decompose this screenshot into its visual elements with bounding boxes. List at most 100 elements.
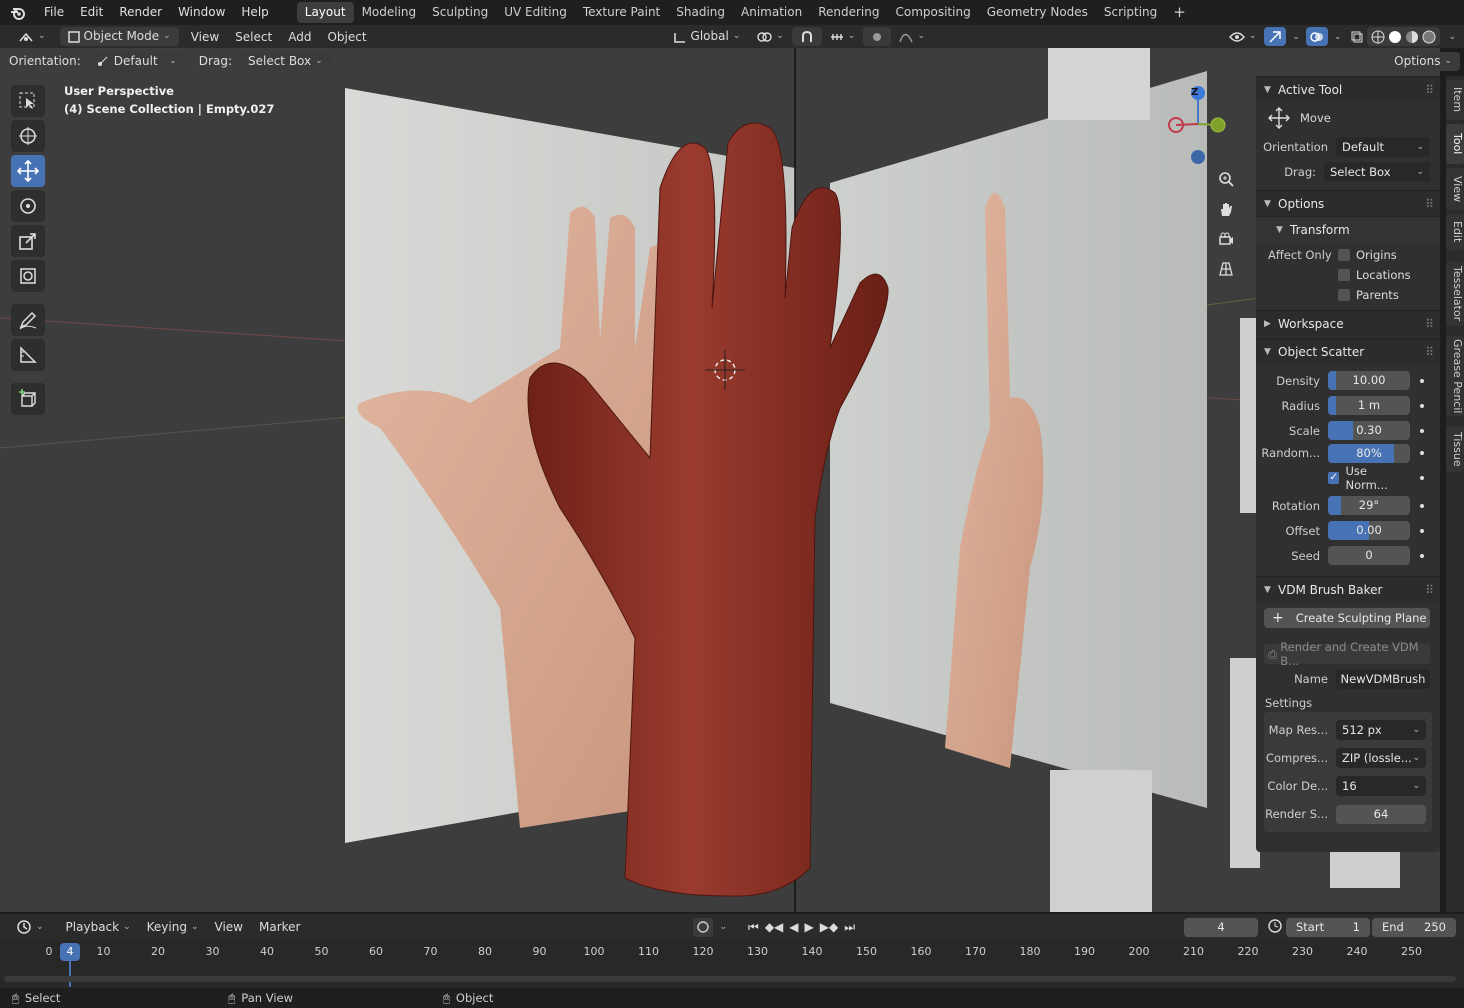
jump-keyframe-back-icon[interactable]: ◆◀	[762, 920, 786, 934]
menu-file[interactable]: File	[36, 0, 72, 25]
tab-compositing[interactable]: Compositing	[887, 2, 978, 23]
tab-sculpting[interactable]: Sculpting	[424, 2, 496, 23]
map-res-dropdown[interactable]: 512 px ⌄	[1336, 720, 1426, 740]
render-samples-field[interactable]: 64	[1336, 804, 1426, 824]
editor-type-dropdown[interactable]: ⌄	[10, 27, 54, 46]
zoom-icon[interactable]	[1213, 166, 1239, 192]
render-create-vdm-button[interactable]: ⎙ Render and Create VDM B...	[1264, 640, 1430, 668]
keyframe-dot-icon[interactable]	[1420, 528, 1424, 533]
drag-dropdown[interactable]: Select Box ⌄	[239, 51, 331, 71]
keyframe-dot-icon[interactable]	[1420, 503, 1424, 508]
cursor-tool[interactable]	[11, 120, 45, 152]
tab-view[interactable]: View	[1446, 168, 1464, 210]
gizmo-toggle[interactable]	[1264, 27, 1287, 46]
density-slider[interactable]: 10.00	[1328, 371, 1410, 390]
color-depth-dropdown[interactable]: 16 ⌄	[1336, 776, 1426, 796]
object-scatter-panel-header[interactable]: ▼ Object Scatter ⠿	[1256, 338, 1440, 364]
menu-help[interactable]: Help	[233, 0, 276, 25]
playback-menu[interactable]: Playback ⌄	[57, 917, 139, 937]
timeline-editor-dropdown[interactable]: ⌄	[8, 917, 52, 937]
options-dropdown[interactable]: Options ⌄	[1386, 51, 1460, 71]
timeline-marker-menu[interactable]: Marker	[251, 920, 308, 934]
tab-tesselator[interactable]: Tesselator	[1446, 262, 1464, 326]
options-panel-header[interactable]: ▼ Options ⠿	[1256, 190, 1440, 216]
transform-subpanel-header[interactable]: ▼ Transform	[1256, 216, 1440, 242]
shading-modes[interactable]	[1367, 27, 1441, 46]
move-tool[interactable]	[11, 155, 45, 187]
keyframe-dot-icon[interactable]	[1420, 378, 1424, 383]
3d-viewport[interactable]: User Perspective (4) Scene Collection | …	[0, 48, 1440, 912]
add-workspace-button[interactable]: +	[1165, 2, 1194, 23]
keyframe-dot-icon[interactable]	[1420, 553, 1424, 558]
snap-target-dropdown[interactable]: ⌄	[821, 27, 864, 46]
parents-checkbox[interactable]: Parents	[1338, 288, 1399, 302]
tab-tissue[interactable]: Tissue	[1446, 426, 1464, 472]
tab-animation[interactable]: Animation	[733, 2, 810, 23]
tab-rendering[interactable]: Rendering	[810, 2, 887, 23]
tab-shading[interactable]: Shading	[668, 2, 733, 23]
active-tool-orientation-dropdown[interactable]: Default ⌄	[1336, 136, 1430, 157]
keyframe-dot-icon[interactable]	[1420, 451, 1424, 455]
origins-checkbox[interactable]: Origins	[1338, 248, 1397, 262]
play-reverse-icon[interactable]: ◀	[786, 920, 801, 934]
auto-keying-toggle[interactable]	[693, 917, 714, 937]
tab-geometry-nodes[interactable]: Geometry Nodes	[979, 2, 1096, 23]
end-frame-field[interactable]: End 250	[1372, 917, 1456, 937]
transform-tool[interactable]	[11, 260, 45, 292]
current-frame-field[interactable]: 4	[1184, 917, 1258, 937]
jump-end-icon[interactable]: ⏭	[841, 920, 858, 935]
header-menu-view[interactable]: View	[183, 30, 227, 44]
tab-edit[interactable]: Edit	[1446, 214, 1464, 250]
timeline-scrollbar[interactable]	[4, 976, 1456, 982]
annotate-tool[interactable]	[11, 304, 45, 336]
timeline-view-menu[interactable]: View	[207, 920, 251, 934]
preview-range-clock-icon[interactable]	[1264, 918, 1286, 936]
tab-layout[interactable]: Layout	[296, 2, 354, 23]
header-menu-object[interactable]: Object	[319, 30, 374, 44]
scale-slider[interactable]: 0.30	[1328, 421, 1410, 440]
jump-start-icon[interactable]: ⏮	[745, 920, 762, 935]
camera-view-icon[interactable]	[1213, 226, 1239, 252]
active-tool-drag-dropdown[interactable]: Select Box ⌄	[1324, 161, 1430, 182]
playhead-frame-indicator[interactable]: 4	[60, 943, 80, 961]
timeline-ruler[interactable]: 0 10 20 30 40 50 60 70 80 90 100 110 120 130 140 150 160…	[0, 940, 1464, 990]
keyframe-dot-icon[interactable]	[1420, 428, 1424, 433]
tab-modeling[interactable]: Modeling	[354, 2, 425, 23]
use-normal-checkbox[interactable]: ✓ Use Norm...	[1328, 464, 1410, 492]
pivot-point-dropdown[interactable]: ⌄	[748, 27, 792, 46]
vdm-brush-baker-panel-header[interactable]: ▼ VDM Brush Baker ⠿	[1256, 576, 1440, 602]
start-frame-field[interactable]: Start 1	[1286, 917, 1370, 937]
workspace-panel-header[interactable]: ▶ Workspace ⠿	[1256, 310, 1440, 336]
orientation-dropdown[interactable]: Default ⌄	[88, 51, 185, 71]
proportional-edit-toggle[interactable]	[863, 27, 892, 46]
locations-checkbox[interactable]: Locations	[1338, 268, 1411, 282]
random-slider[interactable]: 80%	[1328, 443, 1410, 463]
jump-keyframe-forward-icon[interactable]: ▶◆	[817, 920, 841, 934]
menu-edit[interactable]: Edit	[72, 0, 111, 25]
tab-scripting[interactable]: Scripting	[1096, 2, 1165, 23]
keyframe-dot-icon[interactable]	[1420, 403, 1424, 408]
seed-field[interactable]: 0	[1328, 546, 1410, 565]
blender-logo-icon[interactable]	[0, 0, 36, 25]
snap-toggle[interactable]	[791, 27, 822, 46]
compression-dropdown[interactable]: ZIP (lossle... ⌄	[1336, 748, 1426, 768]
visibility-dropdown[interactable]: ⌄	[1220, 27, 1265, 46]
ortho-grid-icon[interactable]	[1213, 256, 1239, 282]
header-menu-select[interactable]: Select	[227, 30, 280, 44]
play-icon[interactable]: ▶	[802, 920, 817, 934]
vdm-name-input[interactable]: NewVDMBrush	[1336, 669, 1430, 689]
active-tool-panel-header[interactable]: ▼ Active Tool ⠿	[1256, 76, 1440, 102]
mode-dropdown[interactable]: Object Mode ⌄	[59, 27, 179, 46]
menu-render[interactable]: Render	[111, 0, 170, 25]
transform-orientation-dropdown[interactable]: Global ⌄	[664, 27, 749, 46]
menu-window[interactable]: Window	[170, 0, 233, 25]
proportional-falloff-dropdown[interactable]: ⌄	[891, 27, 933, 46]
rotate-tool[interactable]	[11, 190, 45, 222]
create-sculpting-plane-button[interactable]: + Create Sculpting Plane	[1264, 608, 1430, 628]
header-menu-add[interactable]: Add	[280, 30, 319, 44]
offset-slider[interactable]: 0.00	[1328, 521, 1410, 540]
tab-uv-editing[interactable]: UV Editing	[496, 2, 575, 23]
tab-item[interactable]: Item	[1446, 80, 1464, 120]
add-cube-tool[interactable]	[11, 383, 45, 415]
overlays-toggle[interactable]	[1305, 27, 1328, 46]
